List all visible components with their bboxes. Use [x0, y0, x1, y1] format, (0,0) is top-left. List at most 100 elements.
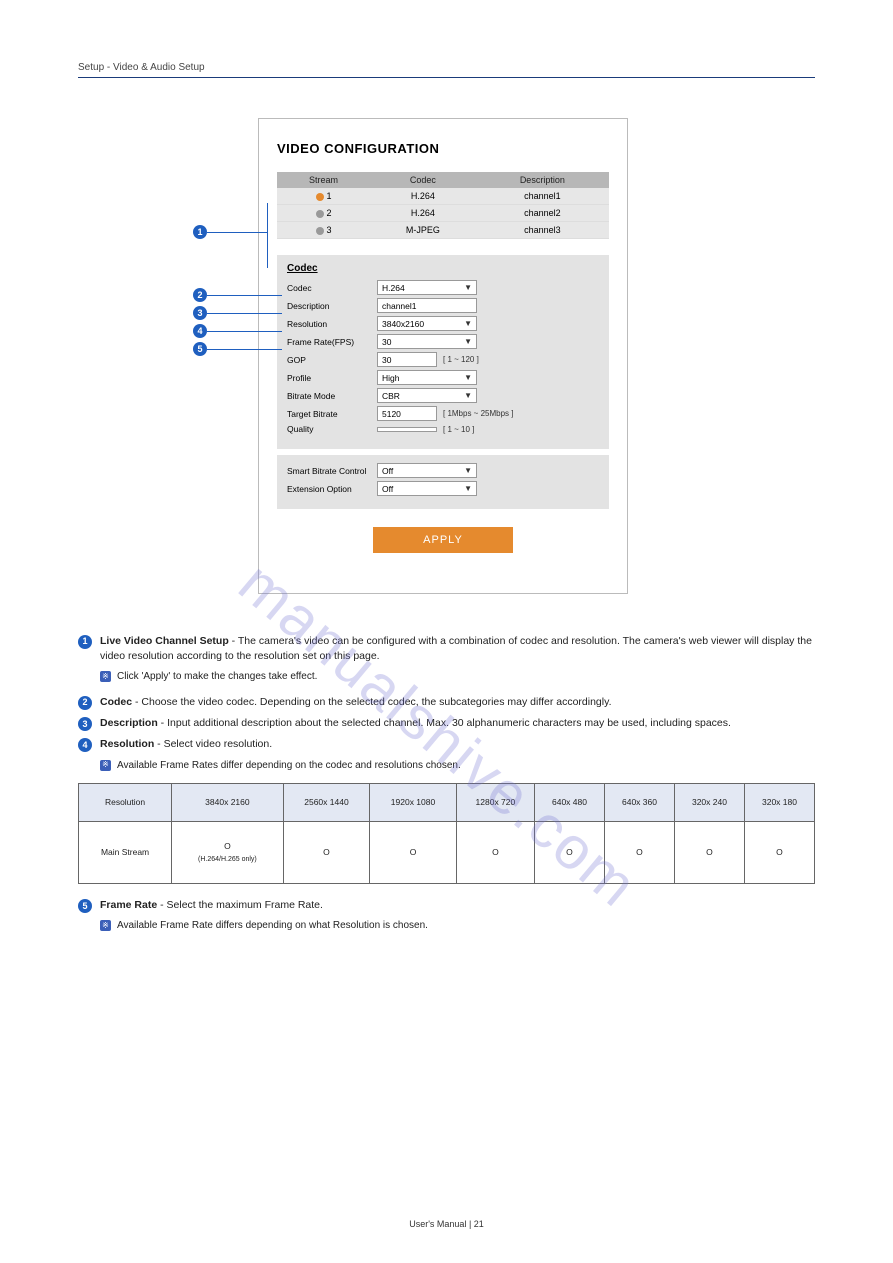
chevron-down-icon: ▼ [464, 283, 472, 292]
col-codec: Codec [370, 172, 476, 188]
col-header: 2560x 1440 [283, 784, 370, 822]
stream-num: 3 [327, 225, 332, 235]
form-row: CodecH.264▼ [287, 280, 599, 295]
form-label: Smart Bitrate Control [287, 466, 377, 476]
note-text: Click 'Apply' to make the changes take e… [117, 670, 317, 685]
callout-line-1v [267, 203, 268, 268]
callout-1: 1 [193, 225, 207, 239]
list-text: Live Video Channel Setup - The camera's … [100, 634, 815, 664]
note-icon: ※ [100, 671, 111, 682]
list-item: 4 Resolution - Select video resolution. [78, 737, 815, 752]
header-rule [78, 77, 815, 78]
callout-3: 3 [193, 306, 207, 320]
form-row: Resolution3840x2160▼ [287, 316, 599, 331]
note: ※ Click 'Apply' to make the changes take … [100, 670, 815, 685]
list-text: Codec - Choose the video codec. Dependin… [100, 695, 815, 710]
panel-title: VIDEO CONFIGURATION [277, 141, 609, 156]
form-label: Resolution [287, 319, 377, 329]
table-row[interactable]: 2 H.264 channel2 [277, 205, 609, 222]
note: ※ Available Frame Rates differ depending … [100, 759, 815, 774]
stream-num: 2 [327, 208, 332, 218]
callout-line-2 [207, 295, 282, 296]
row-label: Main Stream [79, 822, 172, 884]
video-config-panel: VIDEO CONFIGURATION Stream Codec Descrip… [258, 118, 628, 594]
select-field[interactable]: Off▼ [377, 463, 477, 478]
resolution-table: Resolution3840x 21602560x 14401920x 1080… [78, 783, 815, 884]
description-list: 1Live Video Channel Setup - The camera's… [78, 634, 815, 934]
table-cell: O [283, 822, 370, 884]
stream-desc: channel3 [476, 222, 609, 239]
form-label: Profile [287, 373, 377, 383]
table-cell: O(H.264/H.265 only) [172, 822, 284, 884]
stream-table: Stream Codec Description 1 H.264 channel… [277, 172, 609, 239]
radio-icon[interactable] [316, 210, 324, 218]
note-icon: ※ [100, 760, 111, 771]
form-row: Quality[ 1 ~ 10 ] [287, 424, 599, 434]
callout-line-3 [207, 313, 282, 314]
list-item: 2 Codec - Choose the video codec. Dependi… [78, 695, 815, 710]
form-row: Extension OptionOff▼ [287, 481, 599, 496]
chevron-down-icon: ▼ [464, 373, 472, 382]
callout-2: 2 [193, 288, 207, 302]
form-row: GOP30 [ 1 ~ 120 ] [287, 352, 599, 367]
apply-button[interactable]: APPLY [373, 527, 513, 553]
col-header: 320x 180 [744, 784, 814, 822]
note-text: Available Frame Rates differ depending o… [117, 759, 461, 774]
note: ※Available Frame Rate differs depending … [100, 919, 815, 934]
hint-text: [ 1 ~ 120 ] [443, 355, 479, 364]
select-field[interactable]: High▼ [377, 370, 477, 385]
chevron-down-icon: ▼ [464, 319, 472, 328]
list-text: Description - Input additional descripti… [100, 716, 815, 731]
callout-line-4 [207, 331, 282, 332]
col-header: 640x 360 [604, 784, 674, 822]
table-cell: O [370, 822, 457, 884]
page-footer: User's Manual | 21 [0, 1219, 893, 1229]
list-text: Resolution - Select video resolution. [100, 737, 815, 752]
select-field[interactable]: 3840x2160▼ [377, 316, 477, 331]
radio-icon[interactable] [316, 227, 324, 235]
sbc-block: Smart Bitrate ControlOff▼Extension Optio… [277, 455, 609, 509]
input-field[interactable]: channel1 [377, 298, 477, 313]
col-stream: Stream [277, 172, 370, 188]
callout-line-5 [207, 349, 282, 350]
col-header: Resolution [79, 784, 172, 822]
callout-4: 4 [193, 324, 207, 338]
col-header: 1280x 720 [456, 784, 534, 822]
screenshot-wrap: 1 2 3 4 5 VIDEO CONFIGURATION Stream Cod… [258, 118, 815, 594]
select-field[interactable]: 30▼ [377, 334, 477, 349]
number-field[interactable]: 5120 [377, 406, 437, 421]
form-row: Smart Bitrate ControlOff▼ [287, 463, 599, 478]
form-row: Bitrate ModeCBR▼ [287, 388, 599, 403]
chevron-down-icon: ▼ [464, 466, 472, 475]
form-row: Descriptionchannel1 [287, 298, 599, 313]
number-field[interactable]: 30 [377, 352, 437, 367]
number-field[interactable] [377, 427, 437, 432]
table-row[interactable]: 1 H.264 channel1 [277, 188, 609, 205]
bullet-number: 3 [78, 717, 92, 731]
chevron-down-icon: ▼ [464, 391, 472, 400]
stream-codec: M-JPEG [370, 222, 476, 239]
stream-num: 1 [327, 191, 332, 201]
bullet-number: 4 [78, 738, 92, 752]
list-item: 1Live Video Channel Setup - The camera's… [78, 634, 815, 664]
col-header: 640x 480 [535, 784, 605, 822]
form-label: Codec [287, 283, 377, 293]
form-label: GOP [287, 355, 377, 365]
form-label: Extension Option [287, 484, 377, 494]
callout-5: 5 [193, 342, 207, 356]
table-cell: O [744, 822, 814, 884]
table-row[interactable]: 3 M-JPEG channel3 [277, 222, 609, 239]
note-icon: ※ [100, 920, 111, 931]
col-header: 1920x 1080 [370, 784, 457, 822]
list-item: 3 Description - Input additional descript… [78, 716, 815, 731]
select-field[interactable]: H.264▼ [377, 280, 477, 295]
select-field[interactable]: Off▼ [377, 481, 477, 496]
select-field[interactable]: CBR▼ [377, 388, 477, 403]
bullet-number: 2 [78, 696, 92, 710]
radio-icon[interactable] [316, 193, 324, 201]
form-label: Quality [287, 424, 377, 434]
col-header: 3840x 2160 [172, 784, 284, 822]
list-text: Frame Rate - Select the maximum Frame Ra… [100, 898, 815, 913]
table-cell: O [674, 822, 744, 884]
col-desc: Description [476, 172, 609, 188]
